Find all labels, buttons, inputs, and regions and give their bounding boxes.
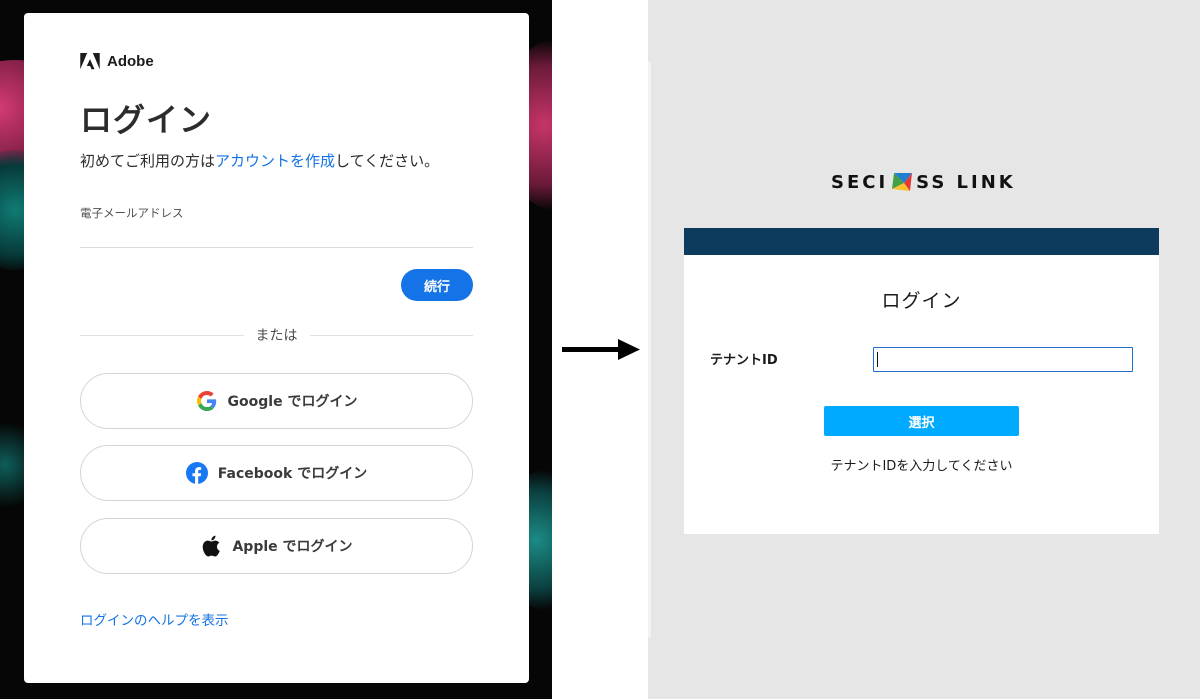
tenant-id-input[interactable]	[873, 347, 1133, 372]
apple-login-suffix: でログイン	[277, 539, 353, 555]
google-login-label: Google でログイン	[228, 391, 358, 411]
create-account-link[interactable]: アカウントを作成	[215, 152, 335, 170]
adobe-logo: Adobe	[80, 53, 154, 70]
seciss-logo-right: SS LINK	[916, 171, 1016, 193]
apple-login-button[interactable]: Apple でログイン	[80, 518, 473, 574]
or-label: または	[255, 328, 298, 344]
login-help-link[interactable]: ログインのヘルプを表示	[80, 609, 229, 629]
seciss-logo-mark-icon	[892, 173, 913, 191]
facebook-login-button[interactable]: Facebook でログイン	[80, 445, 473, 501]
email-field[interactable]	[80, 223, 473, 248]
login-title: ログイン	[881, 290, 962, 312]
seciss-logo-left: SECI	[831, 171, 889, 193]
divider-line	[80, 334, 244, 336]
adobe-logo-icon	[80, 53, 100, 70]
text-caret	[877, 352, 878, 367]
google-brand-text: Google	[227, 394, 283, 410]
tenant-id-hint: テナントIDを入力してください	[830, 459, 1013, 474]
apple-login-label: Apple でログイン	[232, 536, 352, 556]
apple-brand-text: Apple	[232, 539, 278, 555]
tenant-id-label: テナントID	[710, 353, 778, 368]
signup-prompt-prefix: 初めてご利用の方は	[80, 152, 216, 170]
google-icon	[196, 390, 218, 412]
or-divider: または	[80, 325, 473, 345]
signup-prompt-suffix: してください。	[335, 152, 440, 170]
facebook-login-suffix: でログイン	[292, 466, 368, 482]
page-title: ログイン	[80, 101, 213, 139]
apple-icon	[200, 535, 222, 557]
card-header-bar	[684, 228, 1159, 255]
divider-line	[309, 334, 473, 336]
adobe-brand-text: Adobe	[107, 53, 154, 70]
google-login-button[interactable]: Google でログイン	[80, 373, 473, 429]
google-login-suffix: でログイン	[282, 394, 358, 410]
signup-prompt: 初めてご利用の方はアカウントを作成してください。	[80, 150, 439, 171]
adobe-login-card: Adobe ログイン 初めてご利用の方はアカウントを作成してください。 電子メー…	[24, 13, 529, 683]
seciss-logo: SECI SS LINK	[831, 168, 1016, 196]
facebook-login-label: Facebook でログイン	[218, 463, 367, 483]
facebook-icon	[185, 462, 208, 484]
email-label: 電子メールアドレス	[80, 206, 184, 220]
panel-edge	[648, 62, 651, 638]
arrow-right-icon	[562, 339, 640, 360]
seciss-login-card: ログイン テナントID 選択 テナントIDを入力してください	[684, 228, 1159, 534]
continue-button[interactable]: 続行	[401, 269, 473, 301]
select-button[interactable]: 選択	[824, 406, 1019, 436]
facebook-brand-text: Facebook	[217, 466, 293, 482]
